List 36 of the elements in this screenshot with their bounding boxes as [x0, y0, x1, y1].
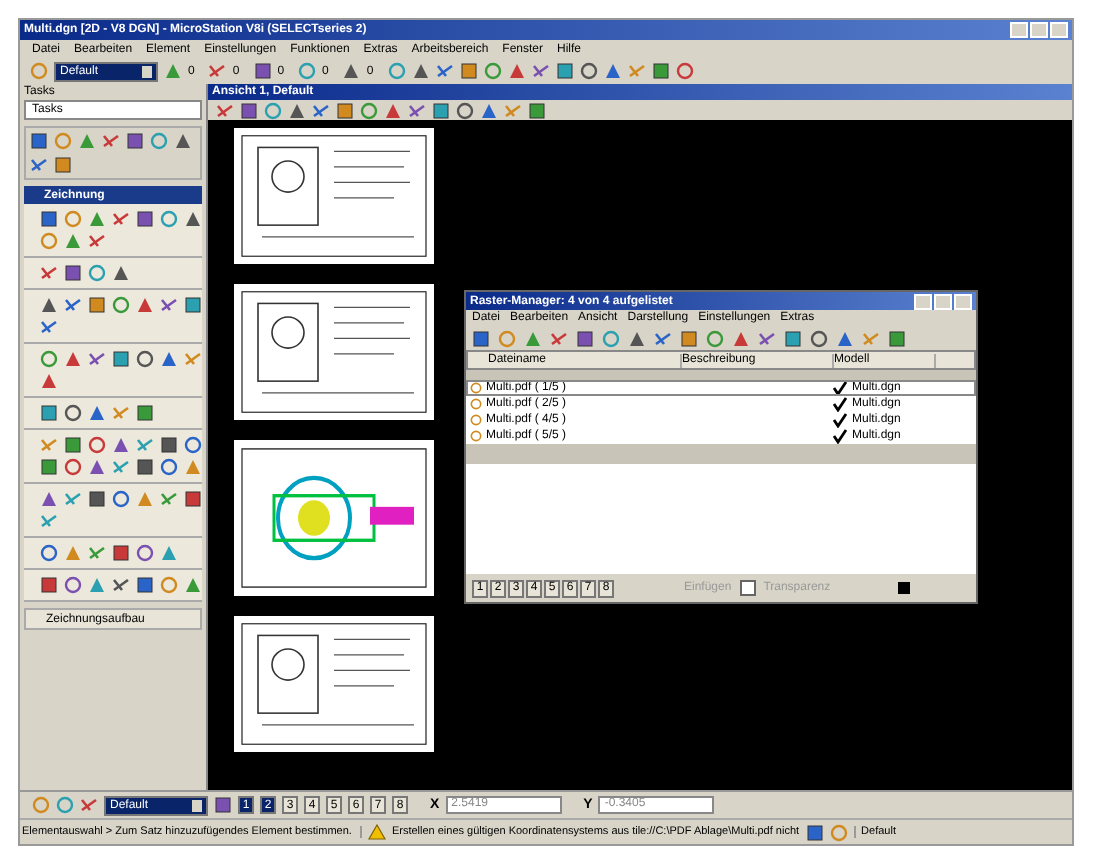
tool-icon[interactable] — [112, 576, 130, 594]
tool-icon[interactable] — [214, 796, 232, 814]
checkbox[interactable] — [739, 580, 756, 596]
tool-icon[interactable] — [40, 318, 58, 336]
tool-icon[interactable] — [184, 296, 202, 314]
tool-icon[interactable] — [654, 329, 672, 347]
tool-icon[interactable] — [312, 101, 330, 119]
tool-icon[interactable] — [888, 329, 906, 347]
tool-icon[interactable] — [30, 156, 48, 174]
tool-icon[interactable] — [102, 132, 120, 150]
maximize-button[interactable] — [934, 293, 952, 309]
tool-icon[interactable] — [40, 264, 58, 282]
check-mark[interactable] — [828, 380, 852, 396]
tool-icon[interactable] — [80, 796, 98, 814]
tool-icon[interactable] — [758, 329, 776, 347]
tool-icon[interactable] — [408, 101, 426, 119]
check-mark[interactable] — [828, 412, 852, 428]
tool-icon[interactable] — [88, 350, 106, 368]
check-mark[interactable] — [828, 396, 852, 412]
tool-icon[interactable] — [435, 62, 454, 80]
tool-icon[interactable] — [531, 62, 550, 80]
color-swatch[interactable] — [898, 582, 911, 594]
minimize-button[interactable] — [914, 293, 932, 309]
tool-icon[interactable] — [342, 62, 361, 80]
tool-icon[interactable] — [88, 232, 106, 250]
check-mark[interactable] — [828, 428, 852, 444]
tool-icon[interactable] — [112, 210, 130, 228]
tool-icon[interactable] — [253, 62, 272, 80]
tool-icon[interactable] — [160, 296, 178, 314]
tool-icon[interactable] — [528, 101, 546, 119]
tool-icon[interactable] — [208, 62, 227, 80]
tool-icon[interactable] — [216, 101, 234, 119]
close-button[interactable] — [954, 293, 972, 309]
warning-icon — [367, 824, 386, 840]
tool-icon[interactable] — [64, 296, 82, 314]
tool-icon[interactable] — [550, 329, 568, 347]
